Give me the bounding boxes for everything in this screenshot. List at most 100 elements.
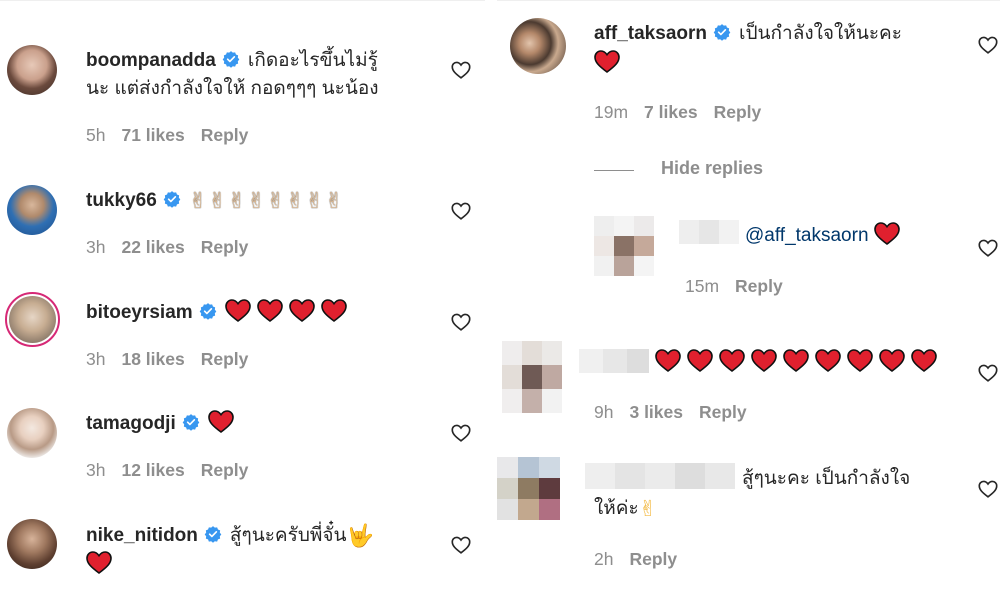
blurred-username[interactable] — [679, 220, 739, 244]
blurred-username[interactable] — [579, 349, 649, 373]
red-heart-emoji-icon — [687, 349, 713, 372]
red-heart-emoji-row — [86, 554, 118, 575]
heart-outline-icon[interactable] — [977, 362, 999, 384]
red-heart-emoji-icon — [321, 299, 347, 322]
comment-line-2: นะ แต่ส่งกำลังใจให้ กอดๆๆๆ นะน้อง — [86, 78, 379, 99]
comment-aff-taksaorn: aff_taksaorn เป็นกำลังใจให้นะคะ 19m 7 like… — [497, 1, 1000, 141]
timestamp[interactable]: 3h — [86, 460, 105, 480]
comment-line-2 — [86, 551, 118, 579]
timestamp[interactable]: 3h — [86, 349, 105, 369]
comment-line-1: @aff_taksaorn — [745, 222, 906, 250]
red-heart-emoji-icon — [751, 349, 777, 372]
blurred-avatar[interactable] — [594, 216, 654, 276]
likes-count[interactable]: 18 likes — [121, 349, 184, 369]
hide-replies-button[interactable]: Hide replies — [661, 158, 763, 179]
comment-meta: 3h 22 likes Reply — [86, 237, 264, 258]
verified-badge-icon — [163, 190, 181, 208]
blurred-avatar[interactable] — [502, 341, 562, 413]
comment-line-1 — [655, 349, 943, 377]
red-heart-emoji-icon — [815, 349, 841, 372]
red-heart-emoji-icon — [86, 551, 112, 574]
username[interactable]: nike_nitidon — [86, 525, 198, 546]
avatar[interactable] — [7, 408, 57, 458]
comment-tukky66: tukky66 ✌✌✌✌✌✌✌✌ 3h 22 likes Reply — [0, 176, 485, 276]
timestamp[interactable]: 5h — [86, 125, 105, 145]
blurred-username[interactable] — [585, 463, 735, 489]
heart-outline-icon[interactable] — [450, 534, 472, 556]
verified-badge-icon — [182, 413, 200, 431]
comment-text: สู้ๆนะครับพี่จั๋น — [229, 525, 347, 546]
red-heart-emoji-icon — [719, 349, 745, 372]
timestamp[interactable]: 9h — [594, 402, 613, 422]
reply-button[interactable]: Reply — [201, 460, 249, 480]
comment-line-1: boompanadda เกิดอะไรขึ้นไม่รู้ — [86, 47, 378, 75]
reply-button[interactable]: Reply — [735, 276, 783, 296]
heart-outline-icon[interactable] — [977, 237, 999, 259]
comment-blurred-user: สู้ๆนะคะ เป็นกำลังใจ ให้ค่ะ✌ 2h Reply — [497, 451, 1000, 600]
avatar[interactable] — [7, 519, 57, 569]
red-heart-emoji-row — [208, 413, 240, 434]
reply-button[interactable]: Reply — [201, 125, 249, 145]
heart-outline-icon[interactable] — [450, 422, 472, 444]
left-comments-panel: boompanadda เกิดอะไรขึ้นไม่รู้ นะ แต่ส่งก… — [0, 0, 485, 600]
panel-divider — [485, 0, 497, 600]
likes-count[interactable]: 12 likes — [121, 460, 184, 480]
heart-outline-icon[interactable] — [450, 311, 472, 333]
comment-bitoeyrsiam: bitoeyrsiam 3h 18 likes Reply — [0, 286, 485, 386]
reply-button[interactable]: Reply — [629, 549, 677, 569]
comment-meta: 5h 71 likes Reply — [86, 125, 264, 146]
timestamp[interactable]: 19m — [594, 102, 628, 122]
avatar[interactable] — [7, 45, 57, 95]
blurred-avatar[interactable] — [497, 457, 560, 520]
heart-outline-icon[interactable] — [977, 478, 999, 500]
comment-line-2: ให้ค่ะ✌ — [594, 495, 657, 523]
red-heart-emoji-icon — [783, 349, 809, 372]
comment-nike-nitidon: nike_nitidon สู้ๆนะครับพี่จั๋น🤟 — [0, 506, 485, 600]
hand-emoji: 🤟 — [346, 523, 374, 548]
username[interactable]: tamagodji — [86, 413, 176, 434]
heart-outline-icon[interactable] — [450, 200, 472, 222]
likes-count[interactable]: 7 likes — [644, 102, 698, 122]
right-comments-panel: aff_taksaorn เป็นกำลังใจให้นะคะ 19m 7 like… — [497, 0, 1000, 600]
likes-count[interactable]: 3 likes — [629, 402, 683, 422]
red-heart-emoji-icon — [847, 349, 873, 372]
username[interactable]: tukky66 — [86, 190, 157, 211]
timestamp[interactable]: 15m — [685, 276, 719, 296]
verified-badge-icon — [199, 302, 217, 320]
comment-hearts: 9h 3 likes Reply — [497, 331, 1000, 431]
comment-line-1: tamagodji — [86, 410, 240, 438]
comment-meta: 19m 7 likes Reply — [594, 102, 777, 123]
likes-count[interactable]: 71 likes — [121, 125, 184, 145]
username[interactable]: aff_taksaorn — [594, 23, 707, 44]
username[interactable]: boompanadda — [86, 50, 216, 71]
heart-outline-icon[interactable] — [450, 59, 472, 81]
mention-link[interactable]: @aff_taksaorn — [745, 225, 869, 246]
comment-meta: 3h 12 likes Reply — [86, 460, 264, 481]
avatar[interactable] — [510, 18, 566, 74]
timestamp[interactable]: 3h — [86, 237, 105, 257]
verified-badge-icon — [222, 50, 240, 68]
comment-line-1: aff_taksaorn เป็นกำลังใจให้นะคะ — [594, 20, 902, 48]
avatar[interactable] — [7, 185, 57, 235]
comment-text: เป็นกำลังใจให้นะคะ — [739, 23, 902, 44]
comment-tamagodji: tamagodji 3h 12 likes Reply — [0, 396, 485, 496]
comment-meta: 9h 3 likes Reply — [594, 402, 763, 423]
reply-button[interactable]: Reply — [201, 237, 249, 257]
avatar[interactable] — [5, 292, 60, 347]
reply-button[interactable]: Reply — [714, 102, 762, 122]
comment-meta: 2h Reply — [594, 549, 693, 570]
comment-line-1: สู้ๆนะคะ เป็นกำลังใจ — [742, 468, 911, 489]
red-heart-emoji-icon — [289, 299, 315, 322]
reply-button[interactable]: Reply — [201, 349, 249, 369]
red-heart-emoji-icon — [655, 349, 681, 372]
likes-count[interactable]: 22 likes — [121, 237, 184, 257]
username[interactable]: bitoeyrsiam — [86, 302, 193, 323]
victory-hand-emoji: ✌ — [638, 496, 658, 521]
reply-button[interactable]: Reply — [699, 402, 747, 422]
timestamp[interactable]: 2h — [594, 549, 613, 569]
reply-comment: @aff_taksaorn 15m Reply — [497, 206, 1000, 306]
red-heart-emoji-icon — [208, 410, 234, 433]
verified-badge-icon — [713, 23, 731, 41]
comment-meta: 3h 18 likes Reply — [86, 349, 264, 370]
heart-outline-icon[interactable] — [977, 34, 999, 56]
